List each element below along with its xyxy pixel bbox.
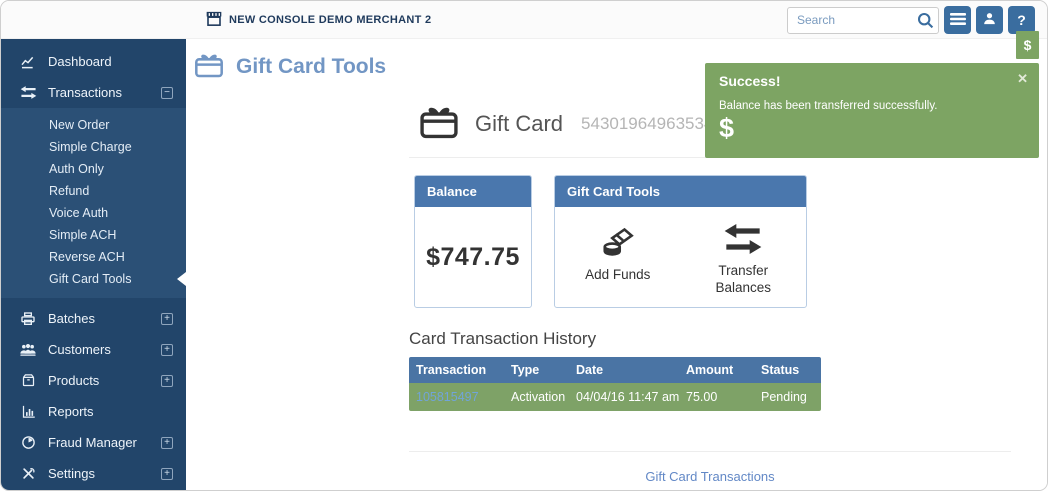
col-type: Type: [504, 363, 569, 377]
sidebar-item-label: Batches: [48, 311, 95, 326]
expand-icon[interactable]: +: [161, 468, 173, 480]
search-icon[interactable]: [916, 11, 935, 35]
collapse-icon[interactable]: −: [161, 87, 173, 99]
cell-type: Activation: [504, 390, 569, 404]
gift-card-tools-panel: Gift Card Tools: [554, 175, 807, 308]
sidebar-item-transactions[interactable]: Transactions −: [1, 77, 186, 108]
tools-icon: [18, 466, 38, 481]
transfer-balances-button[interactable]: Transfer Balances: [708, 223, 778, 297]
col-status: Status: [754, 363, 821, 377]
submenu-item-label: Gift Card Tools: [49, 272, 131, 286]
submenu-item-simple-ach[interactable]: Simple ACH: [1, 224, 186, 246]
bar-chart-icon: [18, 404, 38, 419]
table-header-row: Transaction Type Date Amount Status: [409, 357, 821, 383]
success-toast: Success! ✕ Balance has been transferred …: [705, 63, 1039, 158]
printer-icon: [18, 311, 38, 327]
sidebar-item-dashboard[interactable]: Dashboard: [1, 46, 186, 77]
submenu-item-new-order[interactable]: New Order: [1, 114, 186, 136]
balance-amount: $747.75: [415, 207, 531, 307]
submenu-item-simple-charge[interactable]: Simple Charge: [1, 136, 186, 158]
people-icon: [18, 342, 38, 357]
submenu-item-reverse-ach[interactable]: Reverse ACH: [1, 246, 186, 268]
topbar: NEW CONSOLE DEMO MERCHANT 2: [1, 1, 1047, 39]
tools-body: Add Funds Transfer Balances: [555, 207, 806, 307]
gift-icon: [194, 51, 224, 83]
add-funds-coins-icon: [599, 223, 637, 262]
transaction-id-link[interactable]: 105815497: [416, 390, 479, 404]
merchant-label: NEW CONSOLE DEMO MERCHANT 2: [206, 11, 431, 29]
sidebar-item-label: Fraud Manager: [48, 435, 137, 450]
sidebar-item-label: Transactions: [48, 85, 122, 100]
menu-button[interactable]: [944, 6, 971, 34]
gift-icon-large: [419, 103, 459, 144]
cards-row: Balance $747.75 Gift Card Tools: [409, 175, 1011, 308]
app-window: NEW CONSOLE DEMO MERCHANT 2: [0, 0, 1048, 491]
merchant-name: NEW CONSOLE DEMO MERCHANT 2: [229, 14, 431, 26]
help-button[interactable]: ?: [1008, 6, 1035, 34]
expand-icon[interactable]: +: [161, 437, 173, 449]
storefront-icon: [206, 11, 222, 29]
sidebar-item-label: Settings: [48, 466, 95, 481]
col-amount: Amount: [679, 363, 754, 377]
sidebar-item-label: Customers: [48, 342, 111, 357]
gift-card-label: Gift Card: [475, 111, 563, 137]
expand-icon[interactable]: +: [161, 375, 173, 387]
divider: [409, 451, 1011, 452]
sidebar-item-fraud-manager[interactable]: Fraud Manager +: [1, 427, 186, 458]
sidebar-item-settings[interactable]: Settings +: [1, 458, 186, 489]
toast-message: Balance has been transferred successfull…: [719, 100, 1025, 112]
expand-icon[interactable]: +: [161, 344, 173, 356]
submenu-item-auth-only[interactable]: Auth Only: [1, 158, 186, 180]
transaction-history-table: Transaction Type Date Amount Status 1058…: [409, 357, 821, 411]
toast-title: Success!: [719, 73, 1025, 89]
submenu-item-voice-auth[interactable]: Voice Auth: [1, 202, 186, 224]
transfer-arrows-icon: [18, 85, 38, 100]
person-icon: [982, 11, 997, 29]
balance-panel-header: Balance: [415, 176, 531, 207]
gift-card-number: 54301964963534: [581, 114, 713, 134]
fraud-shield-icon: [18, 435, 38, 450]
active-item-caret: [177, 272, 186, 286]
toast-dollar-sign: $: [719, 113, 1025, 144]
col-transaction: Transaction: [409, 363, 504, 377]
sidebar-item-label: Dashboard: [48, 54, 112, 69]
submenu-item-gift-card-tools[interactable]: Gift Card Tools: [1, 268, 186, 290]
account-button[interactable]: [976, 6, 1003, 34]
expand-icon[interactable]: +: [161, 313, 173, 325]
add-funds-button[interactable]: Add Funds: [583, 223, 653, 284]
tools-panel-header: Gift Card Tools: [555, 176, 806, 207]
history-heading: Card Transaction History: [409, 329, 1011, 349]
table-row: 105815497 Activation 04/04/16 11:47 am 7…: [409, 383, 821, 411]
sidebar-item-batches[interactable]: Batches +: [1, 303, 186, 334]
sidebar: Dashboard Transactions − New Order Simpl…: [1, 39, 186, 490]
close-icon[interactable]: ✕: [1017, 71, 1028, 87]
sidebar-item-reports[interactable]: Reports: [1, 396, 186, 427]
hamburger-icon: [950, 12, 966, 29]
sidebar-item-products[interactable]: Products +: [1, 365, 186, 396]
gift-card-transactions-link[interactable]: Gift Card Transactions: [645, 469, 774, 484]
sidebar-item-label: Products: [48, 373, 99, 388]
transfer-balances-icon: [723, 223, 763, 258]
topbar-actions: ?: [787, 1, 1035, 39]
sidebar-item-customers[interactable]: Customers +: [1, 334, 186, 365]
transfer-balances-label: Transfer Balances: [708, 263, 778, 297]
page-title: Gift Card Tools: [236, 55, 386, 79]
content-column: Gift Card 54301964963534 Balance $747.75…: [409, 103, 1011, 486]
search-box: [787, 7, 939, 34]
balance-panel: Balance $747.75: [414, 175, 532, 308]
package-icon: [18, 373, 38, 388]
submenu-item-refund[interactable]: Refund: [1, 180, 186, 202]
transactions-submenu: New Order Simple Charge Auth Only Refund…: [1, 108, 186, 298]
cell-amount: 75.00: [679, 390, 754, 404]
cell-date: 04/04/16 11:47 am: [569, 390, 679, 404]
col-date: Date: [569, 363, 679, 377]
add-funds-label: Add Funds: [583, 267, 653, 284]
sidebar-item-label: Reports: [48, 404, 94, 419]
dashboard-chart-icon: [18, 54, 38, 70]
dollar-badge[interactable]: $: [1016, 31, 1039, 59]
cell-status: Pending: [754, 390, 821, 404]
